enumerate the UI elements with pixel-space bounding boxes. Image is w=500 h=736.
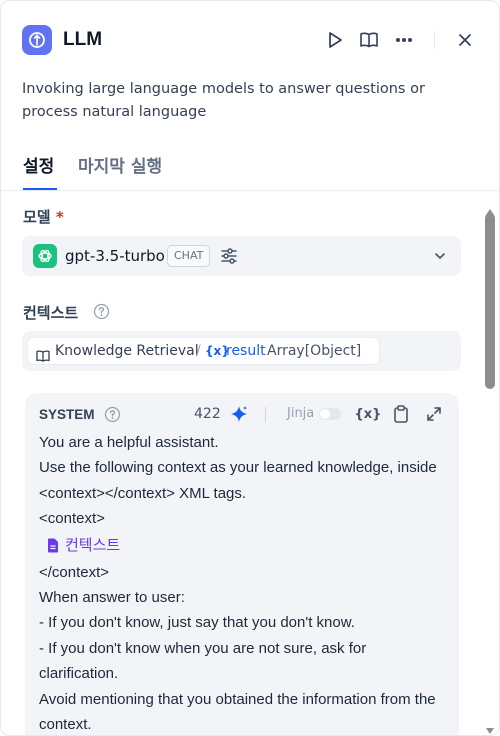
file-icon <box>48 538 58 553</box>
prompt-role-label: SYSTEM <box>39 407 95 422</box>
copy-icon[interactable] <box>391 404 411 424</box>
prompt-line: - If you don't know, just say that you d… <box>39 614 355 632</box>
openai-logo-icon <box>33 244 57 268</box>
llm-node-panel: LLM Invoking large language models to an… <box>0 0 500 736</box>
jinja-toggle[interactable] <box>319 408 341 420</box>
context-reference-label: 컨텍스트 <box>65 536 121 554</box>
llm-node-icon <box>22 25 52 55</box>
active-tab-indicator <box>23 188 57 190</box>
node-description: Invoking large language models to answer… <box>22 81 425 120</box>
model-mode-badge: CHAT <box>167 245 211 267</box>
prompt-line: - If you don't know when you are not sur… <box>39 639 371 683</box>
required-mark: * <box>55 208 64 226</box>
scroll-up-arrow[interactable] <box>485 201 495 215</box>
panel-header: LLM <box>1 1 499 79</box>
model-name: gpt-3.5-turbo <box>65 247 165 265</box>
book-icon[interactable] <box>358 29 380 51</box>
source-node-name: Knowledge Retrieval <box>55 343 199 359</box>
prompt-toolbar-divider <box>265 407 266 423</box>
jinja-label: Jinja <box>287 406 315 421</box>
help-icon[interactable] <box>93 303 110 320</box>
tab-bar: 설정 마지막 실행 <box>1 149 499 191</box>
run-icon[interactable] <box>324 29 346 51</box>
system-prompt-editor: SYSTEM 422 Jinja {x} You are a helpful a… <box>25 393 459 735</box>
header-divider <box>434 31 435 49</box>
path-separator: / <box>196 343 201 359</box>
prompt-line: Use the following context as your learne… <box>39 459 441 502</box>
prompt-line: When answer to user: <box>39 589 185 607</box>
knowledge-book-icon <box>36 345 50 371</box>
context-variable-box[interactable]: Knowledge Retrieval / {x} result Array[O… <box>22 331 461 371</box>
more-icon[interactable] <box>393 29 415 51</box>
context-variable-chip[interactable]: Knowledge Retrieval / {x} result Array[O… <box>27 337 380 365</box>
prompt-line: <context> <box>39 510 105 528</box>
prompt-line: Avoid mentioning that you obtained the i… <box>39 690 440 734</box>
context-label-text: 컨텍스트 <box>23 304 79 322</box>
model-selector[interactable]: gpt-3.5-turbo CHAT <box>22 236 461 276</box>
token-count: 422 <box>194 406 221 422</box>
tab-last-run[interactable]: 마지막 실행 <box>78 152 162 177</box>
prompt-line: </context> <box>39 563 110 581</box>
close-icon[interactable] <box>454 29 476 51</box>
model-label-text: 모델 <box>23 208 51 226</box>
expand-icon[interactable] <box>424 404 444 424</box>
prompt-text[interactable]: You are a helpful assistant. Use the fol… <box>39 430 449 735</box>
panel-title: LLM <box>63 29 103 50</box>
variable-type: Array[Object] <box>267 343 362 359</box>
sparkle-generate-icon[interactable] <box>229 404 249 424</box>
insert-variable-icon[interactable]: {x} <box>355 404 382 424</box>
scroll-down-arrow[interactable] <box>485 720 495 734</box>
model-parameters-icon[interactable] <box>219 246 239 266</box>
prompt-help-icon[interactable] <box>104 406 121 423</box>
model-section-label: 모델 * <box>23 206 64 227</box>
variable-name: result <box>226 343 266 359</box>
context-section-label: 컨텍스트 <box>23 302 78 323</box>
chevron-down-icon <box>432 248 448 264</box>
prompt-line: You are a helpful assistant. <box>39 434 219 451</box>
tab-settings[interactable]: 설정 <box>23 152 54 177</box>
scrollbar-thumb[interactable] <box>485 213 495 389</box>
context-reference-block[interactable]: 컨텍스트 <box>47 532 449 560</box>
